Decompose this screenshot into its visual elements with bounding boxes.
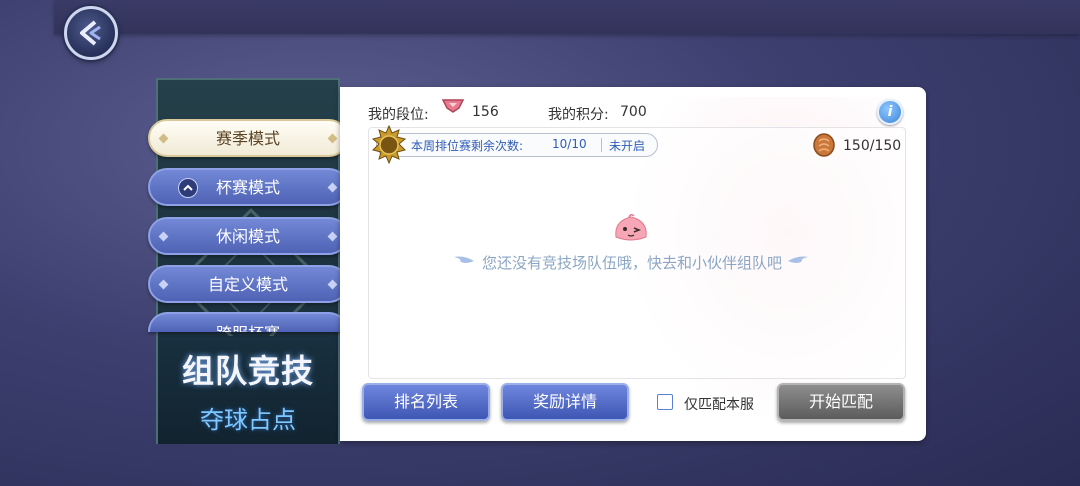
start-matching-button[interactable]: 开始匹配 [777,383,905,421]
tab-cross-server-cup[interactable]: 跨服杯赛 [148,312,348,332]
wing-right-icon [788,256,808,263]
top-bar [54,0,1080,34]
diamond-left-icon [158,231,169,242]
tab-custom-mode[interactable]: 自定义模式 [148,265,348,303]
tab-label: 自定义模式 [207,275,288,294]
tab-label: 跨服杯赛 [216,324,280,332]
tab-label: 杯赛模式 [215,178,280,197]
currency-value: 150/150 [843,138,902,154]
sun-medal-icon [372,125,406,165]
diamond-right-icon [327,279,338,290]
diamond-left-icon [158,279,169,290]
rank-badge-icon [441,99,465,113]
empty-team-message: 您还没有竞技场队伍哦，快去和小伙伴组队吧 [482,254,783,272]
points-label: 我的积分: [548,107,609,123]
tab-label: 休闲模式 [215,227,280,246]
points-value: 700 [620,104,647,120]
mode-title: 组队竞技 [181,352,314,390]
weekly-label: 本周排位赛剩余次数: [411,139,524,153]
tab-label: 赛季模式 [215,129,280,148]
diamond-right-icon [327,182,338,193]
tab-season-mode[interactable]: 赛季模式 [148,119,348,157]
back-button[interactable] [64,6,118,60]
match-panel: 我的段位: 156 我的积分: 700 i 本周排位赛剩余次数: 10/10 未… [340,87,926,441]
same-server-checkbox[interactable] [657,394,673,410]
chevron-up-icon [178,178,198,198]
pink-blob-mascot-icon [615,213,647,241]
weekly-status: 未开启 [609,139,646,153]
info-icon[interactable]: i [877,99,903,125]
mode-subtitle: 夺球占点 [200,406,296,434]
diamond-right-icon [327,133,338,144]
rank-value: 156 [472,104,499,120]
tab-cup-mode[interactable]: 杯赛模式 [148,168,348,206]
rank-label: 我的段位: [368,107,429,123]
weekly-count: 10/10 [552,137,587,151]
divider [601,138,602,152]
reward-details-button[interactable]: 奖励详情 [501,383,629,421]
back-arrow-icon [80,20,101,46]
coin-icon [813,133,835,157]
wing-left-icon [454,256,474,263]
same-server-label: 仅匹配本服 [684,397,754,413]
diamond-right-icon [327,231,338,242]
diamond-left-icon [158,133,169,144]
tab-casual-mode[interactable]: 休闲模式 [148,217,348,255]
weekly-attempts-pill: 本周排位赛剩余次数: 10/10 未开启 [376,133,658,157]
ranking-list-button[interactable]: 排名列表 [362,383,490,421]
